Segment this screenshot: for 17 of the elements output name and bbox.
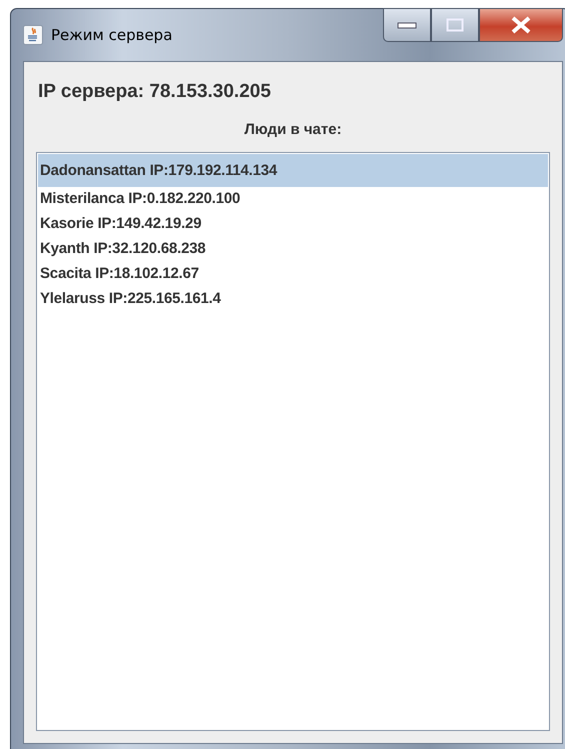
minimize-button[interactable] [383, 8, 431, 42]
window-title: Режим сервера [51, 24, 172, 46]
list-item[interactable]: Kasorie IP:149.42.19.29 [38, 212, 548, 237]
java-cup-icon [23, 25, 43, 45]
people-list[interactable]: Dadonansattan IP:179.192.114.134 Misterilanca IP:0.182.220.100 Kasorie IP:149.42.19.29 Kyanth IP:32.120.68.238 Scacita IP:18.102.12.67 Ylelaruss IP:225.165.161.4 [36, 152, 550, 731]
list-item[interactable]: Misterilanca IP:0.182.220.100 [38, 187, 548, 212]
list-item[interactable]: Dadonansattan IP:179.192.114.134 [38, 154, 548, 187]
list-item[interactable]: Ylelaruss IP:225.165.161.4 [38, 287, 548, 312]
minimize-icon [397, 21, 417, 29]
close-button[interactable] [479, 8, 563, 42]
list-item[interactable]: Kyanth IP:32.120.68.238 [38, 237, 548, 262]
maximize-button[interactable] [431, 8, 479, 42]
server-ip-label: IP сервера: 78.153.30.205 [38, 80, 272, 104]
close-icon [510, 16, 532, 34]
maximize-icon [446, 18, 464, 32]
list-item[interactable]: Scacita IP:18.102.12.67 [38, 262, 548, 287]
list-caption: Люди в чате: [243, 120, 343, 140]
